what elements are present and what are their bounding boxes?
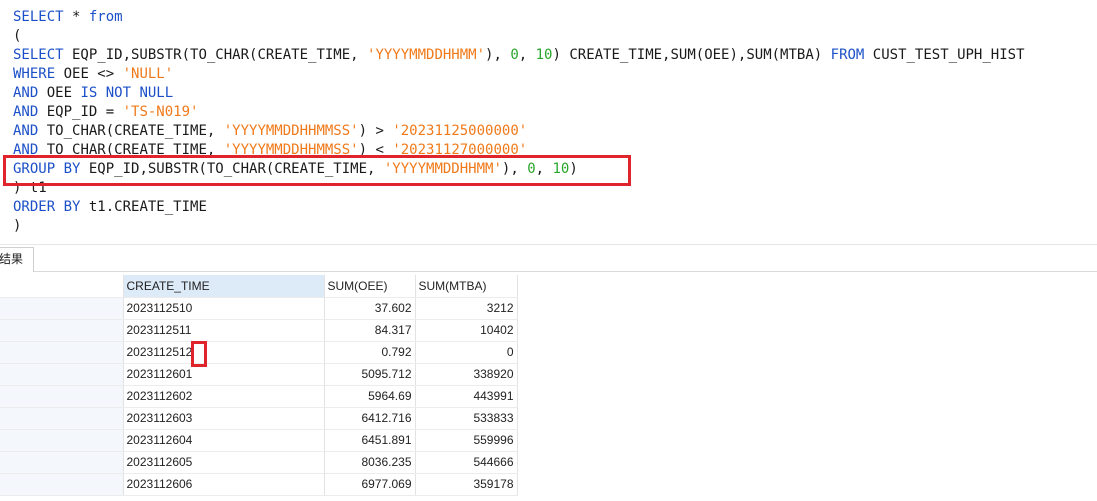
- sql-line[interactable]: SELECT EQP_ID,SUBSTR(TO_CHAR(CREATE_TIME…: [13, 46, 1025, 65]
- cell-sum-mtba[interactable]: 443991: [415, 385, 518, 408]
- cell-sum-oee[interactable]: 8036.235: [324, 451, 416, 474]
- table-row[interactable]: 2023112606 6977.069 359178: [0, 473, 518, 496]
- sql-line[interactable]: AND EQP_ID = 'TS-N019': [13, 103, 1025, 122]
- sql-keyword: AND: [13, 123, 39, 139]
- cell-sum-oee[interactable]: 37.602: [324, 297, 416, 320]
- sql-keyword: SELECT: [13, 9, 64, 25]
- cell-sum-oee[interactable]: 84.317: [324, 319, 416, 342]
- sql-line[interactable]: ORDER BY t1.CREATE_TIME: [13, 198, 1025, 217]
- cell-create-time[interactable]: 2023112601: [123, 363, 325, 386]
- sql-string: 'YYYYMMDDHHMMSS': [223, 123, 359, 139]
- row-number-cell[interactable]: [0, 451, 124, 474]
- row-number-cell[interactable]: [0, 363, 124, 386]
- cell-create-time[interactable]: 2023112511: [123, 319, 325, 342]
- cell-sum-mtba[interactable]: 559996: [415, 429, 518, 452]
- result-grid[interactable]: CREATE_TIME SUM(OEE) SUM(MTBA) 202311251…: [0, 275, 518, 496]
- sql-number: 10: [535, 47, 553, 63]
- tab-result-1[interactable]: 结果 1: [0, 247, 34, 288]
- sql-keyword: FROM: [830, 47, 865, 63]
- sql-text: CUST_TEST_UPH_HIST: [864, 47, 1025, 63]
- sql-keyword: WHERE: [13, 66, 56, 82]
- cell-create-time[interactable]: 2023112605: [123, 451, 325, 474]
- cell-create-time[interactable]: 2023112603: [123, 407, 325, 430]
- table-row[interactable]: 2023112602 5964.69 443991: [0, 385, 518, 408]
- sql-text: *: [63, 9, 89, 25]
- sql-line[interactable]: AND TO_CHAR(CREATE_TIME, 'YYYYMMDDHHMMSS…: [13, 122, 1025, 141]
- row-number-header[interactable]: [0, 275, 124, 298]
- cell-create-time[interactable]: 2023112510: [123, 297, 325, 320]
- table-row[interactable]: 2023112510 37.602 3212: [0, 297, 518, 320]
- sql-editor[interactable]: SELECT * from(SELECT EQP_ID,SUBSTR(TO_CH…: [0, 0, 1097, 244]
- sql-line[interactable]: (: [13, 27, 1025, 46]
- sql-text: ): [13, 218, 22, 234]
- sql-text: ),: [485, 47, 511, 63]
- row-number-cell[interactable]: [0, 385, 124, 408]
- table-row[interactable]: 2023112512 0.792 0: [0, 341, 518, 364]
- sql-keyword: ORDER BY: [13, 199, 81, 215]
- sql-line[interactable]: AND OEE IS NOT NULL: [13, 84, 1025, 103]
- row-number-cell[interactable]: [0, 429, 124, 452]
- cell-sum-oee[interactable]: 5095.712: [324, 363, 416, 386]
- sql-line[interactable]: WHERE OEE <> 'NULL': [13, 65, 1025, 84]
- sql-line[interactable]: SELECT * from: [13, 8, 1025, 27]
- table-row[interactable]: 2023112603 6412.716 533833: [0, 407, 518, 430]
- table-row[interactable]: 2023112511 84.317 10402: [0, 319, 518, 342]
- grid-header-row: CREATE_TIME SUM(OEE) SUM(MTBA): [0, 275, 518, 298]
- cell-sum-mtba[interactable]: 338920: [415, 363, 518, 386]
- cell-sum-mtba[interactable]: 533833: [415, 407, 518, 430]
- table-row[interactable]: 2023112601 5095.712 338920: [0, 363, 518, 386]
- sql-keyword: AND: [13, 85, 39, 101]
- sql-text: TO_CHAR(CREATE_TIME,: [38, 123, 224, 139]
- cell-sum-oee[interactable]: 0.792: [324, 341, 416, 364]
- cell-create-time[interactable]: 2023112604: [123, 429, 325, 452]
- column-header-create-time[interactable]: CREATE_TIME: [123, 275, 325, 298]
- sql-text: (: [13, 28, 22, 44]
- cell-sum-mtba[interactable]: 0: [415, 341, 518, 364]
- cell-highlight-box: [191, 341, 207, 367]
- sql-keyword: AND: [13, 104, 39, 120]
- row-number-cell[interactable]: [0, 297, 124, 320]
- cell-sum-oee[interactable]: 6412.716: [324, 407, 416, 430]
- sql-keyword: SELECT: [13, 47, 64, 63]
- row-number-cell[interactable]: [0, 473, 124, 496]
- table-row[interactable]: 2023112605 8036.235 544666: [0, 451, 518, 474]
- sql-text: ,: [518, 47, 536, 63]
- row-number-cell[interactable]: [0, 319, 124, 342]
- row-number-cell[interactable]: [0, 341, 124, 364]
- cell-sum-mtba[interactable]: 544666: [415, 451, 518, 474]
- sql-keyword: IS NOT NULL: [80, 85, 174, 101]
- cell-create-time[interactable]: 2023112602: [123, 385, 325, 408]
- cell-sum-oee[interactable]: 5964.69: [324, 385, 416, 408]
- sql-text: OEE <>: [55, 66, 123, 82]
- sql-string: '20231125000000': [392, 123, 528, 139]
- sql-string: 'YYYYMMDDHHMM': [367, 47, 486, 63]
- sql-line[interactable]: ): [13, 217, 1025, 236]
- sql-number: 0: [510, 47, 519, 63]
- cell-create-time[interactable]: 2023112512: [123, 341, 325, 364]
- sql-string: 'NULL': [122, 66, 174, 82]
- cell-sum-oee[interactable]: 6977.069: [324, 473, 416, 496]
- column-header-sum-oee[interactable]: SUM(OEE): [324, 275, 416, 298]
- column-header-sum-mtba[interactable]: SUM(MTBA): [415, 275, 518, 298]
- cell-sum-mtba[interactable]: 359178: [415, 473, 518, 496]
- sql-text: EQP_ID =: [38, 104, 123, 120]
- cell-create-time[interactable]: 2023112606: [123, 473, 325, 496]
- sql-text: OEE: [38, 85, 81, 101]
- sql-text: ) >: [358, 123, 393, 139]
- cell-sum-mtba[interactable]: 10402: [415, 319, 518, 342]
- group-by-highlight-box: [3, 155, 631, 186]
- sql-text: EQP_ID,SUBSTR(TO_CHAR(CREATE_TIME,: [63, 47, 368, 63]
- row-number-cell[interactable]: [0, 407, 124, 430]
- sql-string: 'TS-N019': [122, 104, 199, 120]
- result-tab-bar: 结果 1: [0, 245, 1097, 288]
- sql-code[interactable]: SELECT * from(SELECT EQP_ID,SUBSTR(TO_CH…: [13, 8, 1025, 236]
- cell-sum-mtba[interactable]: 3212: [415, 297, 518, 320]
- cell-sum-oee[interactable]: 6451.891: [324, 429, 416, 452]
- sql-text: t1.CREATE_TIME: [80, 199, 207, 215]
- table-row[interactable]: 2023112604 6451.891 559996: [0, 429, 518, 452]
- sql-keyword: from: [88, 9, 123, 25]
- sql-text: ) CREATE_TIME,SUM(OEE),SUM(MTBA): [552, 47, 831, 63]
